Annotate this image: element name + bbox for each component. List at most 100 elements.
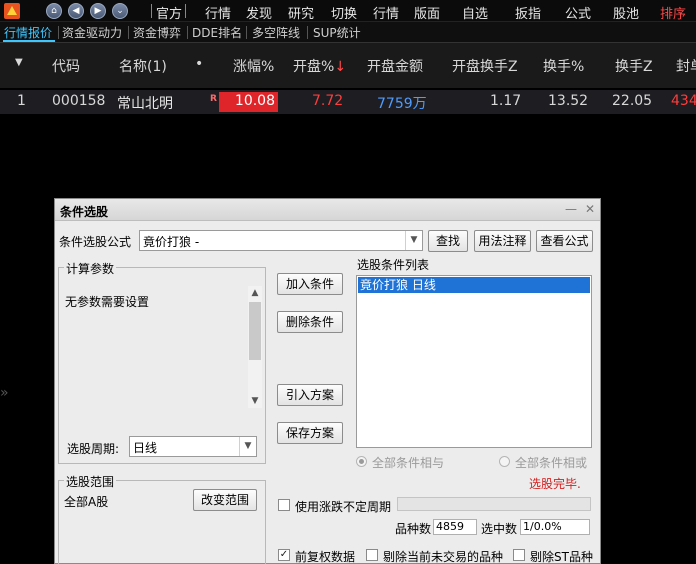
params-group-title: 计算参数 [64, 260, 117, 277]
column-open-amount[interactable]: 开盘金额 [367, 56, 423, 76]
tab-separator [58, 26, 59, 39]
save-plan-button[interactable]: 保存方案 [277, 422, 343, 444]
view-formula-button[interactable]: 查看公式 [536, 230, 593, 252]
total-count-label: 品种数 [395, 522, 432, 536]
scroll-down-icon[interactable]: ▼ [248, 394, 262, 408]
column-seal[interactable]: 封单 [676, 56, 696, 76]
dropdown-icon[interactable]: ⌄ [112, 3, 128, 19]
column-dot[interactable]: • [195, 56, 203, 72]
menu-research[interactable]: 研究 [288, 3, 314, 22]
tab-separator [307, 26, 308, 39]
active-tab-indicator [3, 40, 55, 42]
range-group: 选股范围 全部A股 改变范围 [58, 473, 266, 564]
condition-list-label: 选股条件列表 [357, 258, 430, 272]
column-turnover-z[interactable]: 换手Z [615, 56, 653, 76]
range-value: 全部A股 [64, 495, 109, 509]
home-icon[interactable]: ⌂ [46, 3, 62, 19]
params-scrollbar[interactable]: ▲ ▼ [248, 286, 262, 408]
column-name[interactable]: 名称(1) [119, 56, 167, 76]
column-code[interactable]: 代码 [52, 56, 80, 76]
menu-stock-pool[interactable]: 股池 [613, 3, 639, 22]
radio-and[interactable] [356, 456, 367, 467]
condition-list-item[interactable]: 竟价打狼 日线 [358, 277, 590, 293]
tab-capital-drive[interactable]: 资金驱动力 [62, 24, 122, 41]
scroll-up-icon[interactable]: ▲ [248, 286, 262, 300]
menu-layout[interactable]: 版面 [414, 3, 440, 22]
menu-sort[interactable]: 排序 [660, 3, 686, 22]
column-change-pct[interactable]: 涨幅% [233, 56, 274, 76]
unfixed-period-label[interactable]: 使用涨跌不定周期 [295, 498, 391, 515]
total-count-value: 4859 [433, 519, 477, 535]
usage-notes-button[interactable]: 用法注释 [474, 230, 531, 252]
row-turnover-pct: 13.52 [548, 93, 589, 109]
formula-label: 条件选股公式 [59, 235, 132, 249]
add-condition-button[interactable]: 加入条件 [277, 273, 343, 295]
table-row[interactable]: 1 000158 常山北明 R 10.08 7.72 7759万 1.17 13… [0, 90, 696, 114]
app-logo-icon[interactable] [3, 2, 21, 20]
row-badge: R [210, 94, 217, 104]
menu-discover[interactable]: 发现 [246, 3, 272, 22]
row-seal: 434 [671, 93, 696, 109]
chevron-down-icon[interactable]: ▼ [405, 231, 422, 250]
exclude-st-checkbox[interactable] [513, 549, 525, 561]
back-icon[interactable]: ◀ [68, 3, 84, 19]
radio-and-label[interactable]: 全部条件相与 [372, 454, 444, 471]
period-label: 选股周期: [67, 442, 120, 456]
formula-value: 竟价打狼 - [143, 235, 200, 249]
menu-quotes-2[interactable]: 行情 [373, 3, 399, 22]
import-plan-button[interactable]: 引入方案 [277, 384, 343, 406]
row-turnover-z: 22.05 [612, 93, 653, 109]
tab-separator [246, 26, 247, 39]
row-open-pct: 7.72 [312, 93, 344, 109]
status-text: 选股完毕. [529, 477, 581, 491]
menu-watchlist[interactable]: 自选 [462, 3, 488, 22]
menu-separator [151, 4, 152, 18]
menu-official[interactable]: 官方 [156, 3, 182, 22]
column-open-pct-label: 开盘% [293, 59, 335, 75]
range-group-title: 选股范围 [64, 473, 117, 490]
side-collapse-icon[interactable]: » [0, 385, 9, 401]
dialog-title: 条件选股 [60, 205, 109, 219]
find-button[interactable]: 查找 [428, 230, 468, 252]
params-text: 无参数需要设置 [65, 295, 150, 309]
radio-or-label[interactable]: 全部条件相或 [515, 454, 587, 471]
forward-adjust-label[interactable]: 前复权数据 [295, 548, 355, 564]
dialog-title-bar[interactable]: 条件选股 — ✕ [55, 199, 600, 221]
row-change-pct: 10.08 [234, 93, 275, 109]
minimize-icon[interactable]: — [564, 202, 578, 216]
table-header: ▼ 代码 名称(1) • 涨幅% 开盘%↓ 开盘金额 开盘换手Z 换手% 换手Z… [0, 43, 696, 88]
close-icon[interactable]: ✕ [583, 202, 597, 216]
exclude-untraded-checkbox[interactable] [366, 549, 378, 561]
period-value: 日线 [133, 441, 158, 455]
column-open-pct[interactable]: 开盘%↓ [293, 56, 346, 76]
chevron-down-icon[interactable]: ▼ [239, 437, 256, 456]
radio-or[interactable] [499, 456, 510, 467]
tab-sup-stats[interactable]: SUP统计 [313, 24, 361, 41]
exclude-st-label[interactable]: 剔除ST品种 [530, 548, 593, 564]
tab-bull-bear[interactable]: 多空阵线 [252, 24, 300, 41]
sort-desc-icon: ↓ [334, 59, 347, 75]
menu-switch[interactable]: 切换 [331, 3, 357, 22]
tab-separator [187, 26, 188, 39]
period-select[interactable]: 日线 ▼ [129, 436, 257, 457]
column-turnover-pct[interactable]: 换手% [543, 56, 584, 76]
forward-icon[interactable]: ▶ [90, 3, 106, 19]
change-range-button[interactable]: 改变范围 [193, 489, 257, 511]
tab-quotes[interactable]: 行情报价 [4, 24, 52, 41]
condition-list[interactable]: 竟价打狼 日线 [356, 275, 592, 448]
menu-quotes[interactable]: 行情 [205, 3, 231, 22]
progress-bar [397, 497, 591, 511]
change-highlight: 10.08 [219, 92, 278, 112]
unfixed-period-checkbox[interactable] [278, 499, 290, 511]
scroll-thumb[interactable] [249, 302, 261, 360]
column-open-turnover-z[interactable]: 开盘换手Z [452, 56, 518, 76]
tab-capital-game[interactable]: 资金博弈 [133, 24, 181, 41]
forward-adjust-checkbox[interactable]: ✓ [278, 549, 290, 561]
exclude-untraded-label[interactable]: 剔除当前未交易的品种 [383, 548, 503, 564]
column-menu-icon[interactable]: ▼ [15, 57, 23, 68]
delete-condition-button[interactable]: 删除条件 [277, 311, 343, 333]
formula-select[interactable]: 竟价打狼 - ▼ [139, 230, 423, 251]
menu-indicator[interactable]: 扳指 [515, 3, 541, 22]
tab-dde-rank[interactable]: DDE排名 [192, 24, 242, 41]
menu-formula[interactable]: 公式 [565, 3, 591, 22]
